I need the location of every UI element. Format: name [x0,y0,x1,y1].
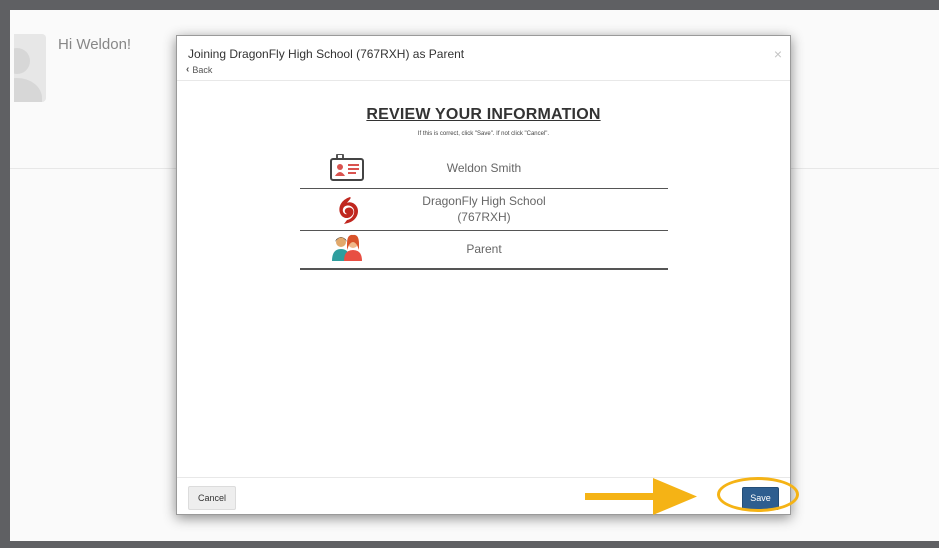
dragonfly-logo-icon [330,195,364,224]
annotation-arrow-icon [585,478,697,515]
cancel-button[interactable]: Cancel [188,486,236,510]
info-role-text: Parent [466,242,502,256]
back-link-label: Back [192,64,213,75]
chevron-left-icon: ‹ [186,64,190,75]
join-school-dialog: Joining DragonFly High School (767RXH) a… [176,35,791,515]
annotation-highlight-circle [717,477,799,512]
info-name-text: Weldon Smith [446,161,522,175]
screenshot-frame-left [0,0,10,548]
info-row-role: Parent [300,231,668,270]
review-heading: REVIEW YOUR INFORMATION [366,106,601,123]
info-row-name: Weldon Smith [300,149,668,189]
dialog-header: Joining DragonFly High School (767RXH) a… [177,36,790,81]
parent-avatar-icon [330,234,364,262]
close-button[interactable]: × [774,46,782,62]
info-school-text: DragonFly High School (767RXH) [422,194,546,224]
review-instructions: If this is correct, click "Save". If not… [417,131,550,137]
id-badge-icon [330,153,364,181]
dialog-title: Joining DragonFly High School (767RXH) a… [188,47,465,61]
info-row-school: DragonFly High School (767RXH) [300,189,668,231]
screenshot-frame-bottom [0,541,939,548]
screenshot-frame-top [0,0,939,10]
review-info-table: Weldon Smith DragonFly High School (767R… [300,149,668,270]
back-link[interactable]: ‹ Back [186,64,212,75]
